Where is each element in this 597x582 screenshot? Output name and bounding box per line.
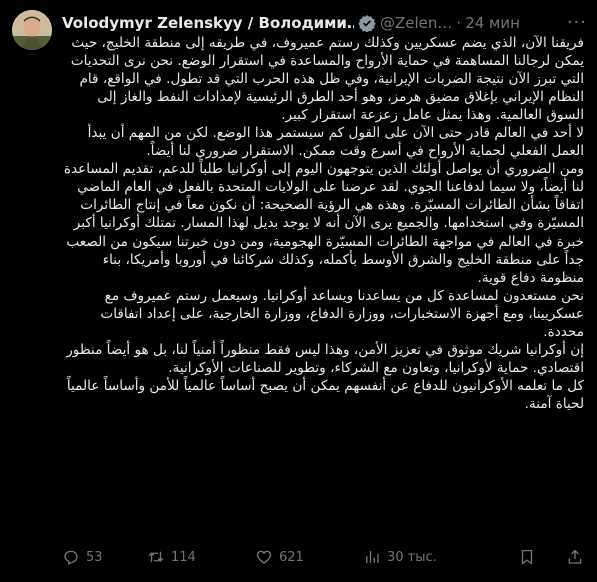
post-time[interactable]: 24 мин bbox=[465, 14, 520, 32]
share-icon bbox=[568, 549, 582, 564]
tweet-text: فريقنا الآن، الذي يضم عسكريين وكذلك رستم… bbox=[62, 34, 584, 413]
view-count: 30 тыс. bbox=[387, 549, 437, 565]
heart-icon bbox=[256, 550, 272, 564]
tweet-header: Volodymyr Zelenskyy / Володими… @Zelen… … bbox=[62, 12, 587, 34]
tweet-card[interactable]: Volodymyr Zelenskyy / Володими… @Zelen… … bbox=[0, 0, 597, 582]
avatar[interactable] bbox=[12, 10, 52, 50]
tweet-paragraph: ومن الضروري أن يواصل أولئك الذين يتوجهون… bbox=[63, 161, 584, 286]
avatar-image bbox=[12, 10, 52, 50]
tweet-paragraph: لا أحد في العالم قادر حتى الآن على القول… bbox=[87, 125, 584, 160]
author-handle[interactable]: @Zelen… bbox=[380, 14, 452, 32]
repost-icon bbox=[148, 551, 164, 563]
bookmark-button[interactable] bbox=[518, 548, 542, 566]
views-chart-icon bbox=[366, 551, 379, 563]
header-separator: · bbox=[456, 14, 462, 32]
like-button[interactable]: 621 bbox=[255, 548, 363, 566]
action-bar: 53 114 621 30 тыс. bbox=[62, 545, 590, 569]
views-button[interactable]: 30 тыс. bbox=[363, 548, 481, 566]
bookmark-icon bbox=[521, 549, 533, 565]
more-options-icon[interactable]: ··· bbox=[567, 12, 587, 33]
reply-button[interactable]: 53 bbox=[62, 548, 147, 566]
like-count: 621 bbox=[279, 549, 304, 565]
tweet-paragraph: فريقنا الآن، الذي يضم عسكريين وكذلك رستم… bbox=[70, 35, 584, 124]
tweet-paragraph: نحن مستعدون لمساعدة كل من يساعدنا ويساعد… bbox=[100, 287, 584, 340]
tweet-paragraph: إن أوكرانيا شريك موثوق في تعزيز الأمن، و… bbox=[66, 341, 584, 376]
reply-count: 53 bbox=[86, 549, 103, 565]
share-button[interactable] bbox=[566, 548, 590, 566]
reply-icon bbox=[64, 550, 78, 565]
repost-count: 114 bbox=[171, 549, 196, 565]
tweet-paragraph: كل ما تعلمه الأوكرانيون للدفاع عن أنفسهم… bbox=[66, 377, 584, 412]
repost-button[interactable]: 114 bbox=[147, 548, 255, 566]
author-name[interactable]: Volodymyr Zelenskyy / Володими… bbox=[62, 14, 354, 32]
verified-badge-icon[interactable] bbox=[358, 14, 376, 32]
